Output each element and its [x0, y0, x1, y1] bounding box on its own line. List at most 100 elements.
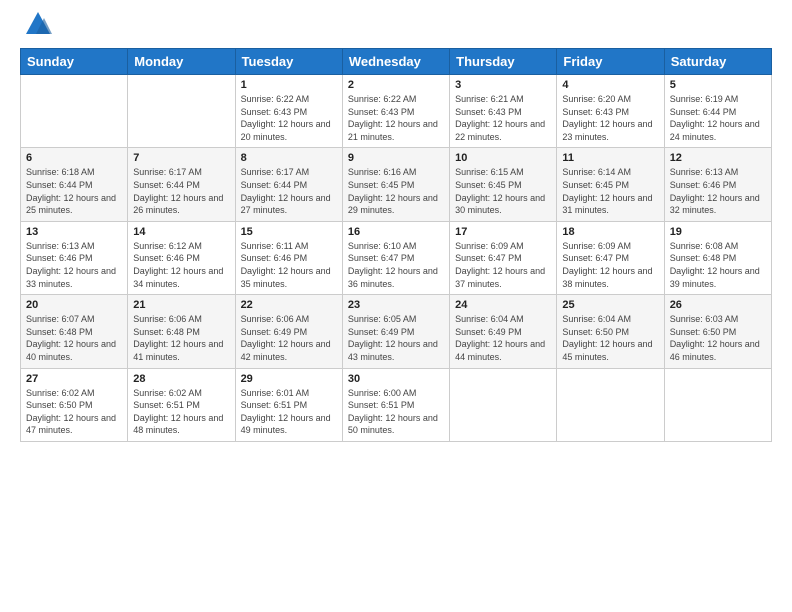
calendar-cell: [450, 368, 557, 441]
calendar-cell: 29 Sunrise: 6:01 AM Sunset: 6:51 PM Dayli…: [235, 368, 342, 441]
day-info: Sunrise: 6:02 AM Sunset: 6:51 PM Dayligh…: [133, 387, 229, 437]
calendar-cell: 24 Sunrise: 6:04 AM Sunset: 6:49 PM Dayli…: [450, 295, 557, 368]
day-number: 9: [348, 152, 444, 164]
calendar-cell: 17 Sunrise: 6:09 AM Sunset: 6:47 PM Dayli…: [450, 221, 557, 294]
day-number: 21: [133, 299, 229, 311]
calendar-cell: 18Sunrise: 6:09 AM Sunset: 6:47 PM Dayli…: [557, 221, 664, 294]
calendar-cell: 2 Sunrise: 6:22 AM Sunset: 6:43 PM Daylig…: [342, 75, 449, 148]
day-number: 4: [562, 79, 658, 91]
day-number: 1: [241, 79, 337, 91]
day-number: 19: [670, 226, 766, 238]
day-number: 27: [26, 373, 122, 385]
calendar-cell: 23 Sunrise: 6:05 AM Sunset: 6:49 PM Dayli…: [342, 295, 449, 368]
calendar-cell: 3 Sunrise: 6:21 AM Sunset: 6:43 PM Daylig…: [450, 75, 557, 148]
calendar-cell: 12 Sunrise: 6:13 AM Sunset: 6:46 PM Dayli…: [664, 148, 771, 221]
calendar-header-tuesday: Tuesday: [235, 49, 342, 75]
page: SundayMondayTuesdayWednesdayThursdayFrid…: [0, 0, 792, 612]
calendar-cell: 7 Sunrise: 6:17 AM Sunset: 6:44 PM Daylig…: [128, 148, 235, 221]
day-number: 28: [133, 373, 229, 385]
day-number: 11: [562, 152, 658, 164]
calendar-cell: 28 Sunrise: 6:02 AM Sunset: 6:51 PM Dayli…: [128, 368, 235, 441]
calendar-cell: 27 Sunrise: 6:02 AM Sunset: 6:50 PM Dayli…: [21, 368, 128, 441]
day-info: Sunrise: 6:06 AM Sunset: 6:48 PM Dayligh…: [133, 313, 229, 363]
calendar-cell: 11 Sunrise: 6:14 AM Sunset: 6:45 PM Dayli…: [557, 148, 664, 221]
day-info: Sunrise: 6:09 AM Sunset: 6:47 PM Dayligh…: [455, 240, 551, 290]
day-info: Sunrise: 6:13 AM Sunset: 6:46 PM Dayligh…: [670, 166, 766, 216]
day-info: Sunrise: 6:07 AM Sunset: 6:48 PM Dayligh…: [26, 313, 122, 363]
day-number: 10: [455, 152, 551, 164]
logo-icon: [24, 10, 52, 38]
calendar-cell: 9 Sunrise: 6:16 AM Sunset: 6:45 PM Daylig…: [342, 148, 449, 221]
day-info: Sunrise: 6:01 AM Sunset: 6:51 PM Dayligh…: [241, 387, 337, 437]
calendar-cell: 6Sunrise: 6:18 AM Sunset: 6:44 PM Daylig…: [21, 148, 128, 221]
calendar-cell: 20 Sunrise: 6:07 AM Sunset: 6:48 PM Dayli…: [21, 295, 128, 368]
day-number: 29: [241, 373, 337, 385]
day-number: 14: [133, 226, 229, 238]
calendar-cell: 21 Sunrise: 6:06 AM Sunset: 6:48 PM Dayli…: [128, 295, 235, 368]
day-number: 30: [348, 373, 444, 385]
calendar-cell: 16Sunrise: 6:10 AM Sunset: 6:47 PM Dayli…: [342, 221, 449, 294]
day-info: Sunrise: 6:19 AM Sunset: 6:44 PM Dayligh…: [670, 93, 766, 143]
day-number: 20: [26, 299, 122, 311]
calendar-cell: 22 Sunrise: 6:06 AM Sunset: 6:49 PM Dayli…: [235, 295, 342, 368]
calendar-cell: 19Sunrise: 6:08 AM Sunset: 6:48 PM Dayli…: [664, 221, 771, 294]
calendar-cell: 4 Sunrise: 6:20 AM Sunset: 6:43 PM Daylig…: [557, 75, 664, 148]
day-info: Sunrise: 6:10 AM Sunset: 6:47 PM Dayligh…: [348, 240, 444, 290]
calendar-cell: 14 Sunrise: 6:12 AM Sunset: 6:46 PM Dayli…: [128, 221, 235, 294]
calendar-header-row: SundayMondayTuesdayWednesdayThursdayFrid…: [21, 49, 772, 75]
day-number: 8: [241, 152, 337, 164]
calendar-cell: 25 Sunrise: 6:04 AM Sunset: 6:50 PM Dayli…: [557, 295, 664, 368]
calendar-week-3: 13Sunrise: 6:13 AM Sunset: 6:46 PM Dayli…: [21, 221, 772, 294]
logo: [20, 16, 52, 38]
day-info: Sunrise: 6:21 AM Sunset: 6:43 PM Dayligh…: [455, 93, 551, 143]
day-info: Sunrise: 6:13 AM Sunset: 6:46 PM Dayligh…: [26, 240, 122, 290]
calendar-table: SundayMondayTuesdayWednesdayThursdayFrid…: [20, 48, 772, 442]
day-info: Sunrise: 6:17 AM Sunset: 6:44 PM Dayligh…: [133, 166, 229, 216]
day-number: 18: [562, 226, 658, 238]
day-number: 25: [562, 299, 658, 311]
day-info: Sunrise: 6:04 AM Sunset: 6:50 PM Dayligh…: [562, 313, 658, 363]
day-number: 12: [670, 152, 766, 164]
calendar-cell: 10 Sunrise: 6:15 AM Sunset: 6:45 PM Dayli…: [450, 148, 557, 221]
day-info: Sunrise: 6:02 AM Sunset: 6:50 PM Dayligh…: [26, 387, 122, 437]
day-info: Sunrise: 6:16 AM Sunset: 6:45 PM Dayligh…: [348, 166, 444, 216]
calendar-header-saturday: Saturday: [664, 49, 771, 75]
calendar-cell: 26Sunrise: 6:03 AM Sunset: 6:50 PM Dayli…: [664, 295, 771, 368]
calendar-cell: [21, 75, 128, 148]
day-number: 3: [455, 79, 551, 91]
day-info: Sunrise: 6:00 AM Sunset: 6:51 PM Dayligh…: [348, 387, 444, 437]
calendar-cell: 1Sunrise: 6:22 AM Sunset: 6:43 PM Daylig…: [235, 75, 342, 148]
calendar-cell: 13Sunrise: 6:13 AM Sunset: 6:46 PM Dayli…: [21, 221, 128, 294]
day-number: 2: [348, 79, 444, 91]
day-info: Sunrise: 6:17 AM Sunset: 6:44 PM Dayligh…: [241, 166, 337, 216]
day-info: Sunrise: 6:22 AM Sunset: 6:43 PM Dayligh…: [348, 93, 444, 143]
calendar-cell: 5 Sunrise: 6:19 AM Sunset: 6:44 PM Daylig…: [664, 75, 771, 148]
day-info: Sunrise: 6:04 AM Sunset: 6:49 PM Dayligh…: [455, 313, 551, 363]
calendar-header-sunday: Sunday: [21, 49, 128, 75]
calendar-cell: [664, 368, 771, 441]
calendar-header-monday: Monday: [128, 49, 235, 75]
day-number: 7: [133, 152, 229, 164]
day-info: Sunrise: 6:18 AM Sunset: 6:44 PM Dayligh…: [26, 166, 122, 216]
day-info: Sunrise: 6:12 AM Sunset: 6:46 PM Dayligh…: [133, 240, 229, 290]
day-info: Sunrise: 6:14 AM Sunset: 6:45 PM Dayligh…: [562, 166, 658, 216]
calendar-week-5: 27 Sunrise: 6:02 AM Sunset: 6:50 PM Dayli…: [21, 368, 772, 441]
day-info: Sunrise: 6:15 AM Sunset: 6:45 PM Dayligh…: [455, 166, 551, 216]
calendar-header-wednesday: Wednesday: [342, 49, 449, 75]
day-number: 23: [348, 299, 444, 311]
day-info: Sunrise: 6:06 AM Sunset: 6:49 PM Dayligh…: [241, 313, 337, 363]
day-number: 5: [670, 79, 766, 91]
calendar-cell: 15Sunrise: 6:11 AM Sunset: 6:46 PM Dayli…: [235, 221, 342, 294]
day-number: 17: [455, 226, 551, 238]
day-info: Sunrise: 6:20 AM Sunset: 6:43 PM Dayligh…: [562, 93, 658, 143]
calendar-cell: 8 Sunrise: 6:17 AM Sunset: 6:44 PM Daylig…: [235, 148, 342, 221]
day-info: Sunrise: 6:05 AM Sunset: 6:49 PM Dayligh…: [348, 313, 444, 363]
calendar-cell: [128, 75, 235, 148]
day-number: 15: [241, 226, 337, 238]
calendar-cell: [557, 368, 664, 441]
day-number: 24: [455, 299, 551, 311]
day-number: 22: [241, 299, 337, 311]
calendar-week-4: 20 Sunrise: 6:07 AM Sunset: 6:48 PM Dayli…: [21, 295, 772, 368]
day-info: Sunrise: 6:03 AM Sunset: 6:50 PM Dayligh…: [670, 313, 766, 363]
calendar-header-thursday: Thursday: [450, 49, 557, 75]
